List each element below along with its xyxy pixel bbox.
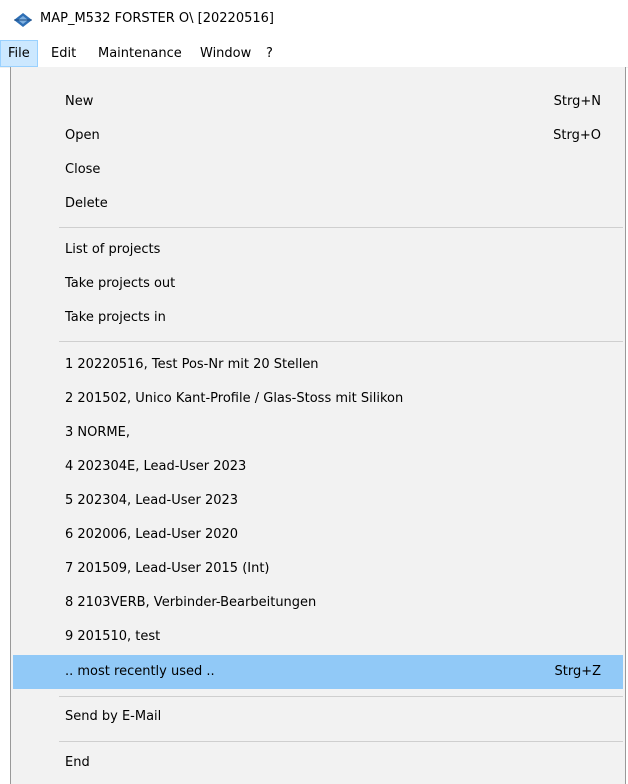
menu-file[interactable]: File <box>0 40 38 67</box>
menu-maintenance[interactable]: Maintenance <box>91 40 189 67</box>
title-bar: MAP_M532 FORSTER O\ [20220516] <box>0 0 628 40</box>
menu-item-close[interactable]: Close <box>13 153 623 187</box>
menu-item-label: Delete <box>65 196 108 211</box>
recent-project-item[interactable]: 9 201510, test <box>13 620 623 654</box>
recent-project-item[interactable]: 8 2103VERB, Verbinder-Bearbeitungen <box>13 586 623 620</box>
menu-separator <box>59 227 623 228</box>
menu-item-label: 7 201509, Lead-User 2015 (Int) <box>65 561 270 576</box>
menu-item-label: 3 NORME, <box>65 425 130 440</box>
menu-item-label: 1 20220516, Test Pos-Nr mit 20 Stellen <box>65 357 319 372</box>
menu-item-label: 6 202006, Lead-User 2020 <box>65 527 239 542</box>
menu-item-label: Close <box>65 162 101 177</box>
recent-project-item[interactable]: 3 NORME, <box>13 416 623 450</box>
menu-item-label: 5 202304, Lead-User 2023 <box>65 493 239 508</box>
recent-project-item[interactable]: 5 202304, Lead-User 2023 <box>13 484 623 518</box>
recent-project-item[interactable]: 6 202006, Lead-User 2020 <box>13 518 623 552</box>
menu-item-label: Open <box>65 128 100 143</box>
recent-project-item[interactable]: 1 20220516, Test Pos-Nr mit 20 Stellen <box>13 348 623 382</box>
menu-separator <box>59 696 623 697</box>
menu-item-shortcut: Strg+N <box>553 94 601 109</box>
menu-item-label: End <box>65 755 90 770</box>
recent-project-item[interactable]: 7 201509, Lead-User 2015 (Int) <box>13 552 623 586</box>
menu-item-label: List of projects <box>65 242 161 257</box>
menu-item-take-projects-out[interactable]: Take projects out <box>13 267 623 301</box>
menu-separator <box>59 741 623 742</box>
menu-item-send-by-email[interactable]: Send by E-Mail <box>13 700 623 734</box>
menu-item-label: Send by E-Mail <box>65 709 162 724</box>
menu-bar: File Edit Maintenance Window ? <box>0 40 628 68</box>
recent-project-item[interactable]: 2 201502, Unico Kant-Profile / Glas-Stos… <box>13 382 623 416</box>
menu-help[interactable]: ? <box>259 40 280 67</box>
app-logo-icon <box>13 12 33 28</box>
window-title: MAP_M532 FORSTER O\ [20220516] <box>40 11 274 26</box>
recent-project-item[interactable]: 4 202304E, Lead-User 2023 <box>13 450 623 484</box>
menu-edit[interactable]: Edit <box>44 40 83 67</box>
menu-item-label: 8 2103VERB, Verbinder-Bearbeitungen <box>65 595 317 610</box>
menu-item-list-of-projects[interactable]: List of projects <box>13 233 623 267</box>
menu-item-label: New <box>65 94 94 109</box>
menu-item-end[interactable]: End <box>13 746 623 780</box>
menu-item-shortcut: Strg+O <box>553 128 601 143</box>
menu-item-shortcut: Strg+Z <box>554 664 601 679</box>
menu-item-label: .. most recently used .. <box>65 664 215 679</box>
menu-item-label: 2 201502, Unico Kant-Profile / Glas-Stos… <box>65 391 404 406</box>
menu-item-new[interactable]: New Strg+N <box>13 85 623 119</box>
menu-item-open[interactable]: Open Strg+O <box>13 119 623 153</box>
menu-item-label: Take projects in <box>65 310 166 325</box>
menu-separator <box>59 341 623 342</box>
menu-item-label: Take projects out <box>65 276 176 291</box>
menu-item-label: 9 201510, test <box>65 629 161 644</box>
menu-item-delete[interactable]: Delete <box>13 187 623 221</box>
file-menu-dropdown: New Strg+N Open Strg+O Close Delete List… <box>10 67 626 784</box>
menu-item-take-projects-in[interactable]: Take projects in <box>13 301 623 335</box>
menu-item-most-recently-used[interactable]: .. most recently used .. Strg+Z <box>13 655 623 689</box>
menu-window[interactable]: Window <box>193 40 258 67</box>
menu-item-label: 4 202304E, Lead-User 2023 <box>65 459 247 474</box>
